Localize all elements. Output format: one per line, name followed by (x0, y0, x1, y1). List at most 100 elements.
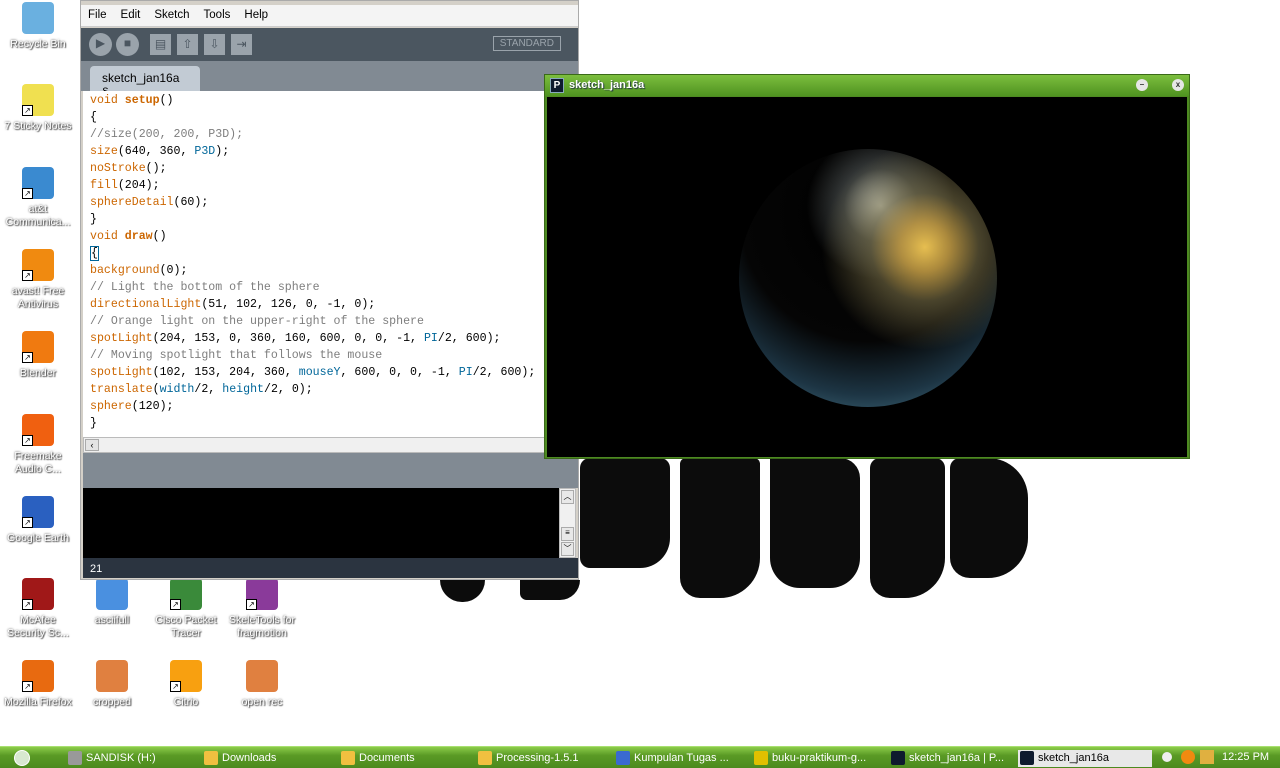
open-button[interactable]: ⇧ (177, 34, 198, 55)
desktop-icon[interactable]: asciifull (74, 578, 150, 627)
code-token: sphereDetail (90, 196, 174, 209)
console-scrollbar[interactable]: ︿ ≡ ﹀ (559, 488, 576, 558)
code-editor[interactable]: void setup(){//size(200, 200, P3D); size(… (83, 91, 578, 437)
menu-tools[interactable]: Tools (197, 5, 238, 26)
desktop-icon-label: Freemake Audio C... (14, 450, 62, 475)
desktop-icon[interactable]: ↗ avast! Free Antivirus (0, 249, 76, 311)
desktop-icon[interactable]: Recycle Bin (0, 2, 76, 51)
scroll-up-icon[interactable]: ︿ (561, 490, 574, 504)
code-token: size (90, 145, 118, 158)
shortcut-arrow-icon: ↗ (22, 352, 33, 363)
desktop-icon[interactable]: open rec (224, 660, 300, 709)
taskbar-item-icon (1020, 751, 1034, 765)
desktop-icon[interactable]: ↗ 7 Sticky Notes (0, 84, 76, 133)
code-line: { (90, 245, 578, 262)
desktop-icon[interactable]: ↗ at&t Communica... (0, 167, 76, 229)
scroll-down-icon[interactable]: ﹀ (561, 542, 574, 556)
desktop-icon-label: SkeleTools for fragmotion (229, 614, 295, 639)
taskbar-item-label: Kumpulan Tugas ... (634, 752, 729, 764)
desktop-icon[interactable]: ↗ Blender (0, 331, 76, 380)
desktop-icon-label: Blender (19, 367, 57, 379)
code-token: background (90, 264, 160, 277)
taskbar-item[interactable]: SANDISK (H:) (66, 750, 186, 767)
app-icon: ↗ (246, 578, 278, 610)
close-icon[interactable]: x (1172, 79, 1184, 91)
code-token: height (222, 383, 264, 396)
menu-file[interactable]: File (81, 5, 114, 26)
stop-button[interactable]: ■ (116, 33, 139, 56)
horizontal-scrollbar[interactable]: ‹ (83, 437, 578, 453)
desktop-icon[interactable]: cropped (74, 660, 150, 709)
code-token: (640, 360, (117, 145, 195, 158)
sketch-window: P sketch_jan16a – x (544, 74, 1190, 459)
shortcut-arrow-icon: ↗ (22, 517, 33, 528)
code-line: fill(204); (90, 177, 578, 194)
taskbar-item[interactable]: buku-praktikum-g... (752, 750, 882, 767)
menu-sketch[interactable]: Sketch (147, 5, 196, 26)
app-icon: ↗ (22, 496, 54, 528)
code-token: PI (458, 366, 473, 379)
menu-help[interactable]: Help (237, 5, 275, 26)
taskbar-item[interactable]: sketch_jan16a (1018, 750, 1152, 767)
export-button[interactable]: ⇥ (231, 34, 252, 55)
run-button[interactable]: ▶ (89, 33, 112, 56)
taskbar-item[interactable]: Downloads (202, 750, 332, 767)
code-token: (102, 153, 204, 360, (152, 366, 299, 379)
console-output[interactable] (83, 488, 559, 558)
tab-sketch[interactable]: sketch_jan16a § (90, 66, 200, 99)
start-button[interactable] (14, 750, 30, 766)
tray-expand-icon[interactable] (1162, 752, 1172, 762)
code-token: (120); (131, 400, 174, 413)
code-token: (204, 153, 0, 360, 160, 600, 0, 0, -1, (152, 332, 424, 345)
code-line: // Light the bottom of the sphere (90, 279, 578, 296)
taskbar-item[interactable]: Processing-1.5.1 (476, 750, 606, 767)
code-token: (0); (159, 264, 188, 277)
code-line: background(0); (90, 262, 578, 279)
line-number-status: 21 (83, 558, 578, 578)
taskbar-item-label: sketch_jan16a | P... (909, 752, 1004, 764)
code-token: /2, 600); (437, 332, 501, 345)
code-token: (51, 102, 126, 0, -1, 0); (201, 298, 376, 311)
sketch-canvas[interactable] (547, 97, 1187, 457)
sketch-title-bar[interactable]: P sketch_jan16a – x (545, 75, 1189, 96)
app-icon: ↗ (22, 578, 54, 610)
menu-edit[interactable]: Edit (114, 5, 148, 26)
mode-selector[interactable]: STANDARD (492, 36, 561, 51)
tray-network-icon[interactable] (1200, 750, 1214, 764)
minimize-icon[interactable]: – (1136, 79, 1148, 91)
tray-avast-icon[interactable] (1181, 750, 1195, 764)
code-token: mouseY (298, 366, 341, 379)
code-token: // Moving spotlight that follows the mou… (90, 349, 383, 362)
save-button[interactable]: ⇩ (204, 34, 225, 55)
tab-bar: sketch_jan16a § (81, 61, 578, 99)
shortcut-arrow-icon: ↗ (22, 270, 33, 281)
desktop-icon[interactable]: ↗ Cisco Packet Tracer (148, 578, 224, 640)
scroll-thumb[interactable]: ≡ (561, 527, 574, 541)
code-token: // Light the bottom of the sphere (90, 281, 320, 294)
desktop-icon[interactable]: ↗ Google Earth (0, 496, 76, 545)
desktop-icon[interactable]: ↗ SkeleTools for fragmotion (224, 578, 300, 640)
taskbar-item[interactable]: sketch_jan16a | P... (889, 750, 1019, 767)
code-token: directionalLight (90, 298, 202, 311)
desktop-icon[interactable]: ↗ Freemake Audio C... (0, 414, 76, 476)
shortcut-arrow-icon: ↗ (22, 599, 33, 610)
desktop-icon-label: McAfee Security Sc... (7, 614, 69, 639)
app-icon: ↗ (22, 660, 54, 692)
taskbar-item-icon (478, 751, 492, 765)
desktop-icon[interactable]: ↗ Citrio (148, 660, 224, 709)
taskbar-item[interactable]: Documents (339, 750, 469, 767)
new-button[interactable]: ▤ (150, 34, 171, 55)
code-token: /2, 600); (472, 366, 536, 379)
code-line: // Orange light on the upper-right of th… (90, 313, 578, 330)
taskbar-item[interactable]: Kumpulan Tugas ... (614, 750, 744, 767)
code-token: () (159, 94, 174, 107)
code-token: // Orange light on the upper-right of th… (90, 315, 424, 328)
code-line: size(640, 360, P3D); (90, 143, 578, 160)
code-token: spotLight (90, 332, 153, 345)
desktop-icon[interactable]: ↗ Mozilla Firefox (0, 660, 76, 709)
desktop-icon[interactable]: ↗ McAfee Security Sc... (0, 578, 76, 640)
app-icon: ↗ (170, 660, 202, 692)
code-token: /2, 0); (263, 383, 313, 396)
scroll-left-icon[interactable]: ‹ (85, 439, 99, 451)
clock[interactable]: 12:25 PM (1222, 751, 1269, 763)
